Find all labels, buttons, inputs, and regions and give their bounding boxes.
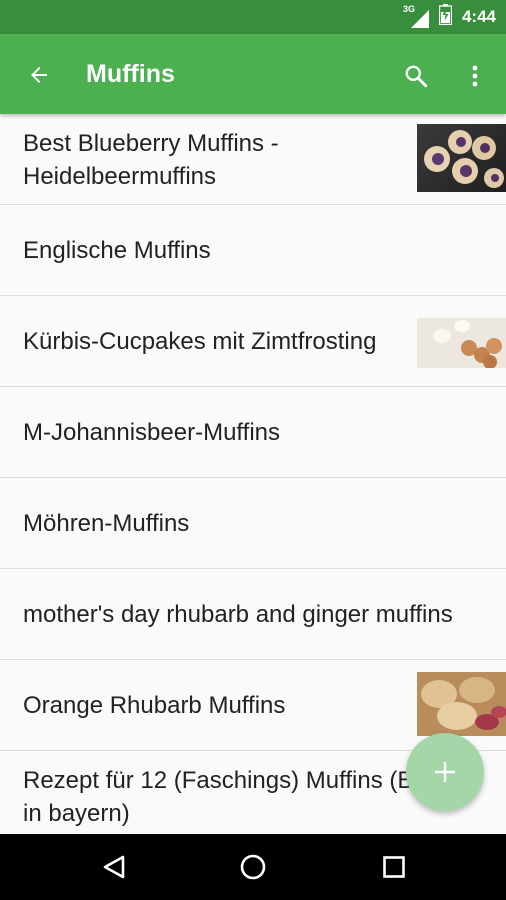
- more-vert-icon: [472, 65, 478, 87]
- plus-icon: [435, 762, 455, 782]
- status-bar: 3G 4:44: [0, 0, 506, 34]
- nav-back-icon: [103, 855, 125, 879]
- recipe-title: Best Blueberry Muffins - Heidelbeermuffi…: [23, 129, 279, 190]
- navigation-bar: [0, 834, 506, 900]
- list-item[interactable]: Best Blueberry Muffins - Heidelbeermuffi…: [0, 114, 506, 205]
- nav-back-button[interactable]: [96, 849, 132, 885]
- recipe-title: Orange Rhubarb Muffins: [23, 692, 286, 719]
- search-icon: [405, 65, 428, 88]
- recipe-thumbnail: [417, 124, 506, 192]
- recipe-title: M-Johannisbeer-Muffins: [23, 419, 281, 446]
- recipe-title: Kürbis-Cucpakes mit Zimtfrosting: [23, 328, 377, 355]
- overflow-menu-button[interactable]: [460, 58, 490, 94]
- list-item[interactable]: Kürbis-Cucpakes mit Zimtfrosting: [0, 296, 506, 387]
- list-item[interactable]: mother's day rhubarb and ginger muffins: [0, 569, 506, 660]
- recipe-list: Best Blueberry Muffins - Heidelbeermuffi…: [0, 114, 506, 834]
- recipe-title: Englische Muffins: [23, 237, 211, 264]
- cell-signal-icon: 3G: [403, 4, 429, 28]
- list-item[interactable]: Möhren-Muffins: [0, 478, 506, 569]
- nav-recents-button[interactable]: [376, 849, 412, 885]
- battery-icon: [438, 4, 453, 30]
- back-button[interactable]: [22, 58, 56, 92]
- recipe-title: Möhren-Muffins: [23, 510, 190, 537]
- recipe-thumbnail: [417, 672, 506, 736]
- app-bar: Muffins: [0, 34, 506, 114]
- list-item[interactable]: Englische Muffins: [0, 205, 506, 296]
- recipe-thumbnail: [417, 318, 506, 368]
- recipe-title: mother's day rhubarb and ginger muffins: [23, 601, 453, 628]
- clock: 4:44: [461, 7, 496, 26]
- page-title: Muffins: [86, 60, 175, 88]
- arrow-back-icon: [31, 67, 47, 83]
- nav-home-button[interactable]: [235, 849, 271, 885]
- list-item[interactable]: M-Johannisbeer-Muffins: [0, 387, 506, 478]
- add-recipe-button[interactable]: [406, 733, 484, 811]
- nav-home-icon: [240, 854, 266, 880]
- search-button[interactable]: [398, 58, 434, 94]
- nav-recents-icon: [383, 856, 405, 878]
